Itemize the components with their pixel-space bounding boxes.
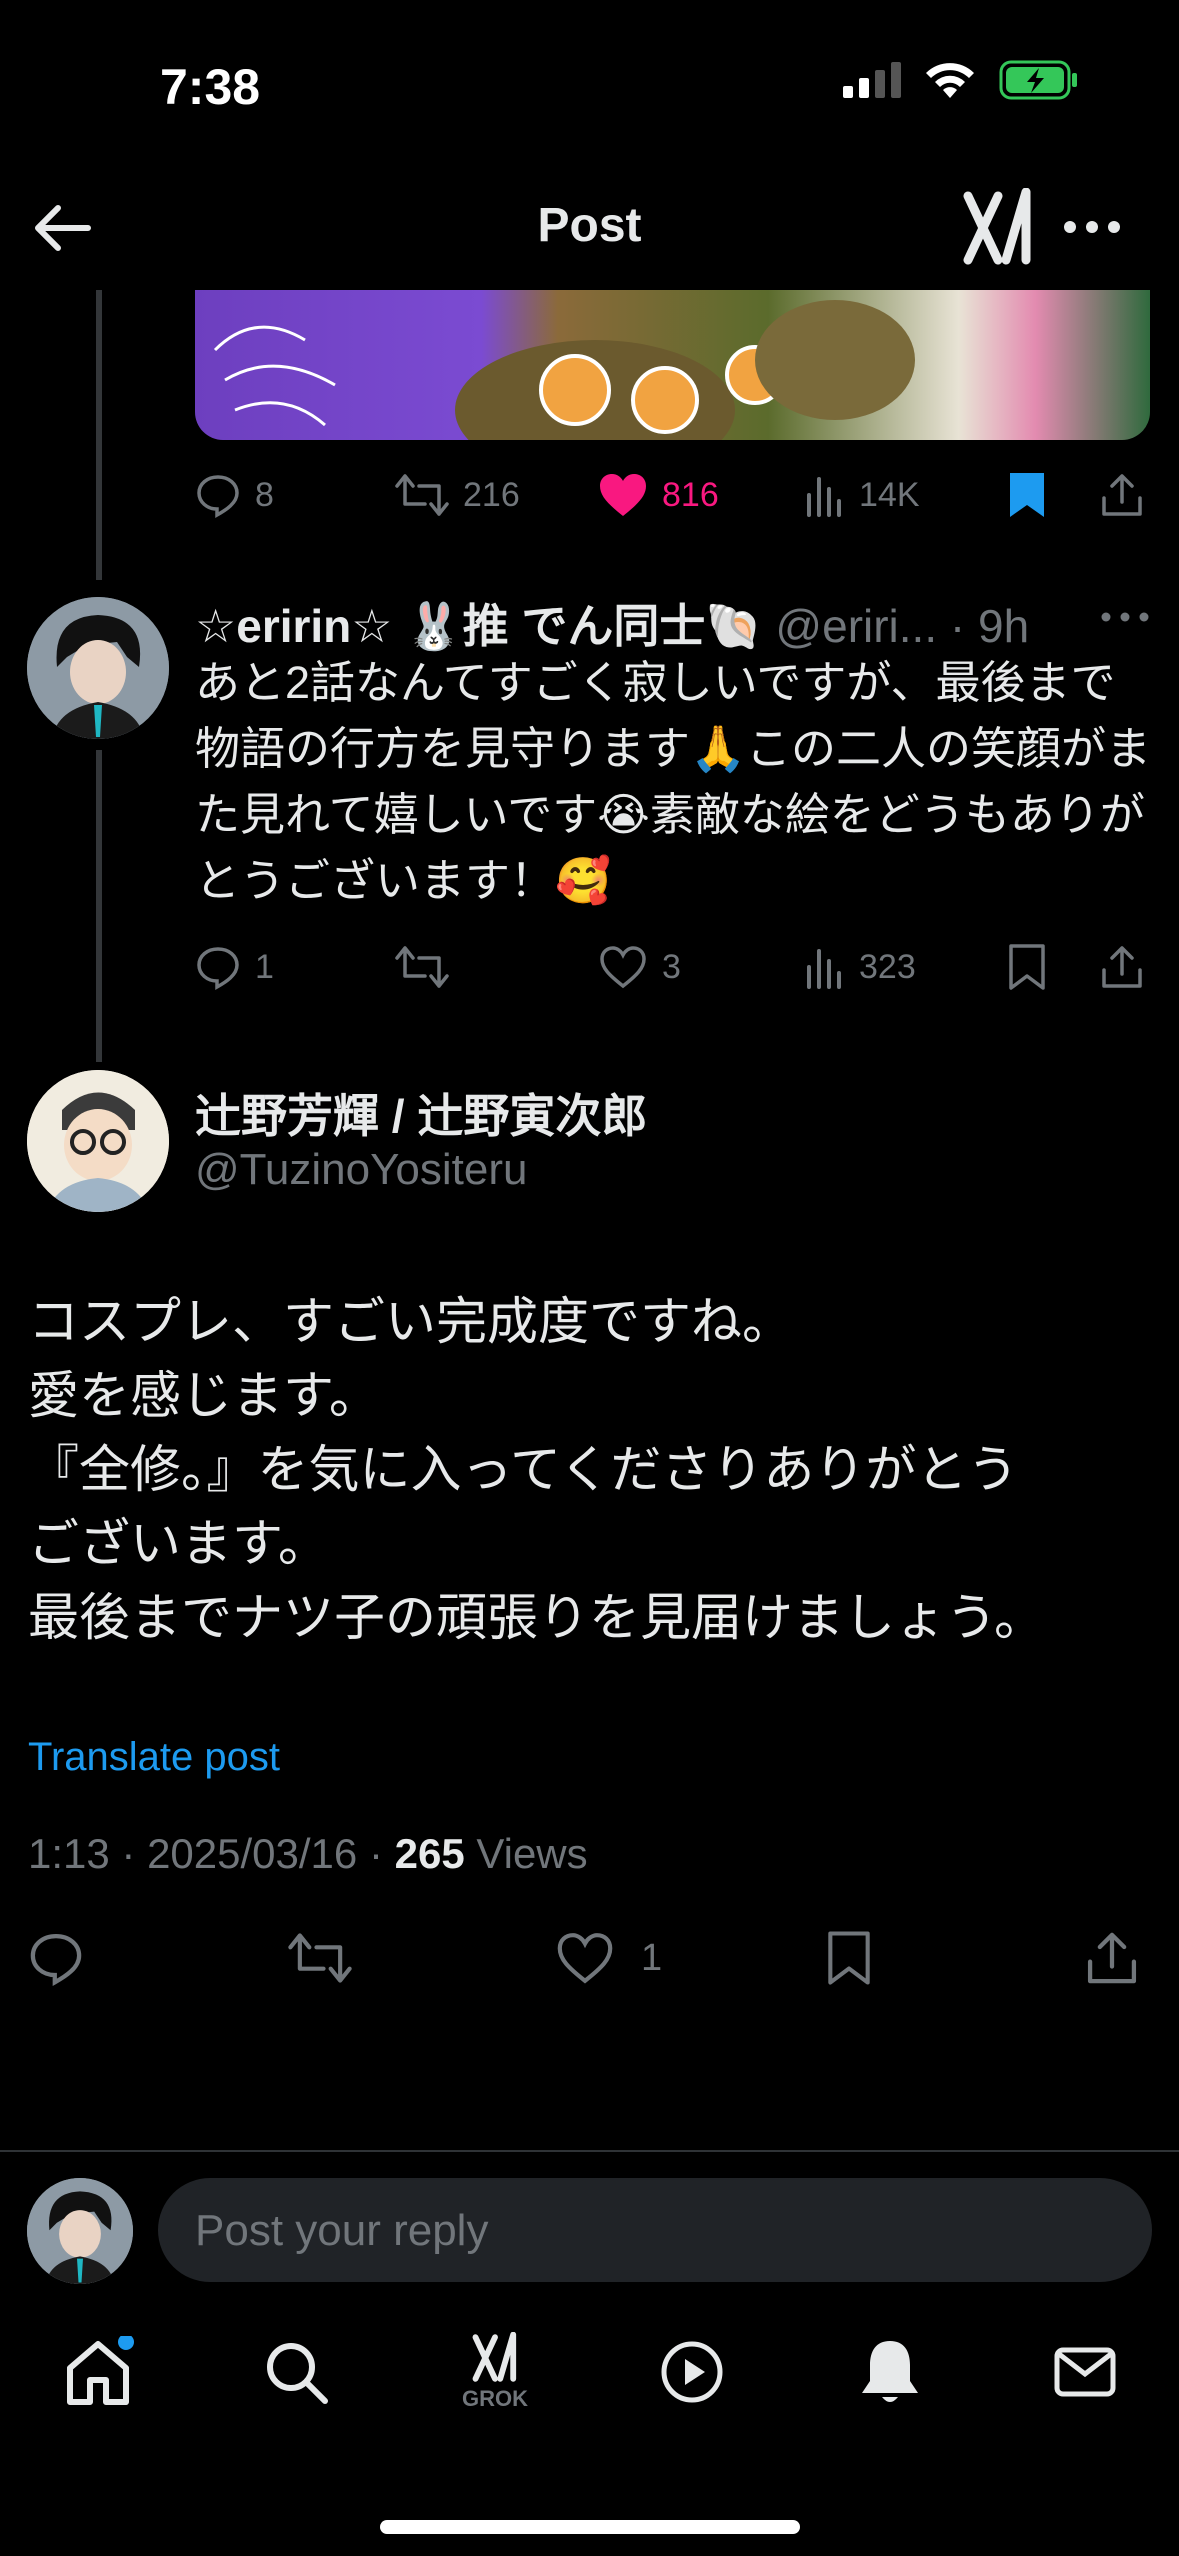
bell-icon <box>862 2341 918 2402</box>
avatar[interactable] <box>27 597 169 739</box>
main-post-actions: 1 <box>0 1930 1179 1986</box>
reply-icon[interactable] <box>28 1930 84 1986</box>
bookmark-icon[interactable] <box>826 1930 872 1986</box>
post-text-line: ございます。 <box>28 1515 329 1572</box>
current-user-avatar[interactable] <box>27 2178 133 2284</box>
post-text-line: 愛を感じます。 <box>28 1367 380 1424</box>
post-text-line: コスプレ、すごい完成度ですね。 <box>28 1293 794 1350</box>
heart-icon <box>600 946 646 989</box>
repost-icon <box>395 946 449 988</box>
author-name[interactable]: ☆eririn☆ 🐰推 でん同士🐚 <box>195 600 763 652</box>
more-options-icon[interactable] <box>1100 607 1150 627</box>
analytics-icon <box>807 477 841 517</box>
share-icon[interactable] <box>1100 472 1144 518</box>
tab-home[interactable] <box>58 2332 138 2412</box>
reply-input-placeholder: Post your reply <box>195 2206 489 2255</box>
tab-grok[interactable]: GROK <box>455 2332 535 2412</box>
share-icon[interactable] <box>1085 1930 1139 1986</box>
reply-icon <box>197 475 239 518</box>
tab-notifications[interactable] <box>850 2332 930 2412</box>
repost-icon <box>395 474 449 516</box>
home-icon <box>67 2336 134 2405</box>
thread-line <box>96 750 102 1062</box>
post-text: コスプレ、すごい完成度ですね。 愛を感じます。 『全修。』を気に入ってくださりあ… <box>28 1285 1158 1655</box>
author-name[interactable]: 辻野芳輝 / 辻野寅次郎 <box>195 1080 647 1146</box>
like-button[interactable]: 1 <box>555 1930 662 1986</box>
like-button[interactable]: 3 <box>598 944 681 990</box>
home-indicator <box>380 2520 800 2534</box>
share-icon[interactable] <box>1100 944 1144 990</box>
views-count: 265 <box>394 1830 465 1877</box>
heart-filled-icon <box>600 474 646 516</box>
more-options-icon[interactable] <box>1062 212 1122 242</box>
views-label: Views <box>464 1830 588 1877</box>
post-text-line: 『全修。』を気に入ってくださりありがとう <box>28 1441 1019 1498</box>
status-time: 7:38 <box>160 59 261 115</box>
bookmark-icon[interactable] <box>1008 943 1046 991</box>
thread-line <box>96 290 102 580</box>
post-image[interactable] <box>195 290 1150 440</box>
analytics-icon <box>807 949 841 989</box>
like-button-active[interactable]: 816 <box>598 472 719 518</box>
post-meta: 1:13 · 2025/03/16 · 265 Views <box>28 1830 588 1878</box>
tab-search[interactable] <box>256 2332 336 2412</box>
wifi-icon <box>926 63 974 98</box>
play-icon <box>661 2341 723 2403</box>
reply-button[interactable]: 1 <box>195 944 274 990</box>
tab-videos[interactable] <box>652 2332 732 2412</box>
post-timestamp: 1:13 · 2025/03/16 · <box>28 1830 395 1877</box>
views-button[interactable]: 14K <box>805 473 920 517</box>
cellular-signal-icon <box>843 62 901 98</box>
previous-post-actions: 8 216 816 14K <box>0 470 1179 520</box>
grok-icon <box>472 2332 517 2382</box>
reply-actions: 1 3 323 <box>0 942 1179 992</box>
author-handle[interactable]: @eriri... <box>775 600 937 652</box>
translate-post-link[interactable]: Translate post <box>28 1735 280 1780</box>
reply-button[interactable]: 8 <box>195 472 274 518</box>
search-icon <box>267 2343 328 2404</box>
avatar[interactable] <box>27 1070 169 1212</box>
repost-icon[interactable] <box>288 1930 352 1986</box>
reply-icon <box>197 947 239 990</box>
bookmark-filled-icon[interactable] <box>1008 471 1046 519</box>
battery-charging-icon <box>999 60 1077 100</box>
reply-text: あと2話なんてすごく寂しいですが、最後まで物語の行方を見守ります🙏この二人の笑顔… <box>195 657 1152 906</box>
mail-icon <box>1054 2347 1116 2397</box>
grok-label: GROK <box>462 2386 528 2411</box>
heart-icon <box>557 1933 613 1984</box>
author-handle[interactable]: @TuzinoYositeru <box>195 1145 527 1195</box>
divider <box>0 2150 1179 2152</box>
repost-button[interactable] <box>395 944 449 990</box>
status-icons <box>843 60 1079 100</box>
grok-icon[interactable] <box>960 188 1036 268</box>
post-time: · 9h <box>949 600 1030 652</box>
tab-messages[interactable] <box>1045 2332 1125 2412</box>
post-text-line: 最後までナツ子の頑張りを見届けましょう。 <box>28 1589 1045 1646</box>
reply-header: ☆eririn☆ 🐰推 でん同士🐚 @eriri... · 9h <box>195 590 1029 656</box>
views-button[interactable]: 323 <box>805 945 916 989</box>
repost-button[interactable]: 216 <box>395 472 520 518</box>
